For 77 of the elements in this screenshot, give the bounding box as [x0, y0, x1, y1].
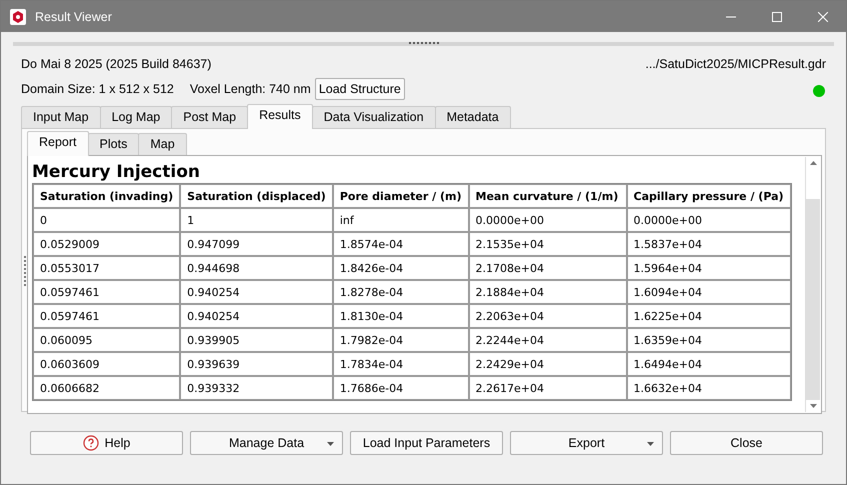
- tab[interactable]: Metadata: [434, 106, 511, 128]
- window-title: Result Viewer: [35, 10, 112, 24]
- table-cell: 0.944698: [180, 256, 333, 280]
- voxel-length: Voxel Length: 740 nm: [190, 82, 311, 96]
- table-cell: 0: [33, 208, 180, 232]
- table-cell: 1.6494e+04: [626, 352, 791, 376]
- table-cell: 0.0529009: [33, 232, 180, 256]
- action-button[interactable]: Export: [510, 431, 663, 455]
- column-header: Saturation (invading): [33, 184, 180, 208]
- build-info: Do Mai 8 2025 (2025 Build 84637): [21, 57, 212, 73]
- table-cell: 2.2429e+04: [468, 352, 627, 376]
- close-icon[interactable]: [818, 12, 828, 22]
- column-header: Saturation (displaced): [180, 184, 333, 208]
- scroll-down-icon[interactable]: [810, 404, 816, 408]
- scroll-up-icon[interactable]: [810, 161, 816, 165]
- table-cell: 1.7982e-04: [332, 328, 469, 352]
- table-cell: 1.8574e-04: [332, 232, 469, 256]
- table-cell: 0.939639: [180, 352, 333, 376]
- caret-icon: [647, 442, 654, 446]
- table-cell: 1.5837e+04: [626, 232, 791, 256]
- table-cell: 0.940254: [180, 304, 333, 328]
- action-button[interactable]: Help: [30, 431, 183, 455]
- action-button[interactable]: Load Input Parameters: [350, 431, 503, 455]
- tab[interactable]: Data Visualization: [312, 106, 436, 128]
- table-cell: 2.1535e+04: [468, 232, 627, 256]
- table-cell: 1.7686e-04: [332, 376, 469, 400]
- table-cell: 1.7834e-04: [332, 352, 469, 376]
- column-header: Pore diameter / (m): [332, 184, 469, 208]
- table-cell: 0.939332: [180, 376, 333, 400]
- table-cell: 1.6094e+04: [626, 280, 791, 304]
- action-button[interactable]: Close: [670, 431, 823, 455]
- table-cell: 2.2617e+04: [468, 376, 627, 400]
- action-button[interactable]: Manage Data: [190, 431, 343, 455]
- app-icon: [10, 8, 26, 24]
- table-cell: 0.0597461: [33, 304, 180, 328]
- table-cell: 1.8278e-04: [332, 280, 469, 304]
- table-cell: 0.0603609: [33, 352, 180, 376]
- splitter-handle[interactable]: [24, 256, 27, 286]
- table-cell: 0.947099: [180, 232, 333, 256]
- table-cell: 0.939905: [180, 328, 333, 352]
- table-cell: 0.0000e+00: [626, 208, 791, 232]
- maximize-icon[interactable]: [772, 12, 782, 22]
- table-cell: 2.1884e+04: [468, 280, 627, 304]
- splitter-handle[interactable]: [408, 42, 438, 45]
- table-cell: 1.6225e+04: [626, 304, 791, 328]
- tab[interactable]: Report: [27, 131, 89, 156]
- table-cell: 0.0553017: [33, 256, 180, 280]
- tab[interactable]: Map: [138, 133, 187, 155]
- table-cell: 0.0597461: [33, 280, 180, 304]
- report-title: Mercury Injection: [32, 161, 201, 183]
- column-header: Mean curvature / (1/m): [468, 184, 627, 208]
- domain-size: Domain Size: 1 x 512 x 512: [21, 82, 174, 96]
- table-cell: 1.5964e+04: [626, 256, 791, 280]
- table-cell: 1: [180, 208, 333, 232]
- table-cell: 2.2244e+04: [468, 328, 627, 352]
- tab[interactable]: Plots: [88, 133, 140, 155]
- table-cell: 1.6359e+04: [626, 328, 791, 352]
- table-cell: 2.1708e+04: [468, 256, 627, 280]
- tab[interactable]: Log Map: [100, 106, 172, 128]
- file-path: .../SatuDict2025/MICPResult.gdr: [645, 57, 826, 73]
- table-cell: 0.0606682: [33, 376, 180, 400]
- tab[interactable]: Results: [247, 104, 313, 129]
- table-cell: 1.8130e-04: [332, 304, 469, 328]
- table-cell: 2.2063e+04: [468, 304, 627, 328]
- help-icon: [82, 435, 99, 451]
- tab[interactable]: Input Map: [21, 106, 101, 128]
- table-cell: 0.060095: [33, 328, 180, 352]
- tab[interactable]: Post Map: [171, 106, 248, 128]
- load-structure-button[interactable]: Load Structure: [314, 78, 405, 100]
- table-cell: inf: [332, 208, 469, 232]
- caret-icon: [327, 442, 334, 446]
- column-header: Capillary pressure / (Pa): [626, 184, 791, 208]
- table-cell: 0.940254: [180, 280, 333, 304]
- scrollbar[interactable]: [805, 157, 820, 412]
- table-cell: 1.6632e+04: [626, 376, 791, 400]
- table-cell: 0.0000e+00: [468, 208, 627, 232]
- table-cell: 1.8426e-04: [332, 256, 469, 280]
